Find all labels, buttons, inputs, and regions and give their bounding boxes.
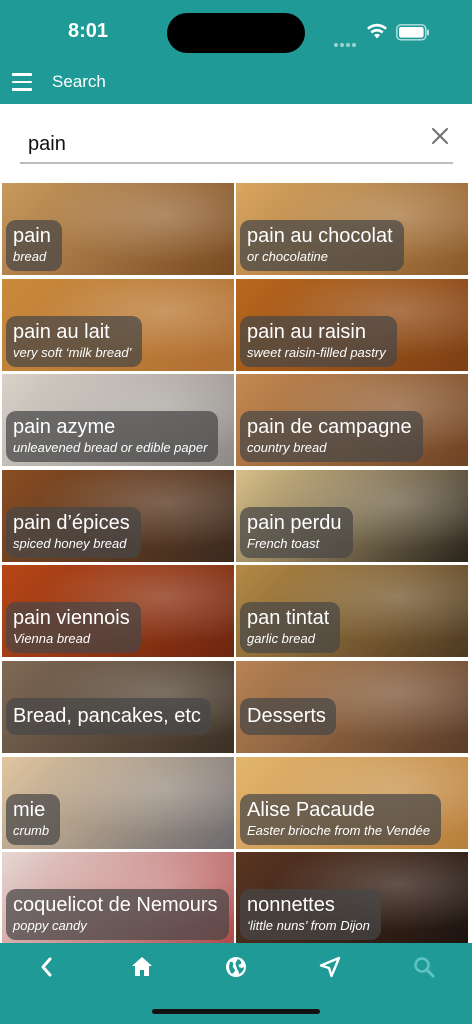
tile-title: Desserts (247, 705, 326, 727)
tile-title: nonnettes (247, 894, 335, 917)
tile-title: pain azyme (13, 416, 116, 439)
tile-caption: pain au chocolat or chocolatine (240, 220, 404, 271)
result-tile[interactable]: pain azyme unleavened bread or edible pap… (2, 374, 234, 467)
result-tile[interactable]: Bread, pancakes, etc (2, 661, 234, 753)
tile-caption: pain au lait very soft ‘milk bread’ (6, 315, 143, 367)
tile-title: pan tintat (247, 607, 330, 630)
result-tile[interactable]: pain au raisin sweet raisin-filled pastry (236, 278, 468, 371)
tile-title: pain au raisin (247, 320, 366, 343)
battery-icon (396, 24, 429, 41)
tile-caption: pain perdu French toast (240, 506, 353, 558)
tile-subtitle: country bread (247, 440, 327, 456)
status-bar: 8:01 (0, 0, 472, 62)
tile-title: pain viennois (13, 607, 130, 630)
home-icon[interactable] (128, 953, 156, 981)
tile-subtitle: unleavened bread or edible paper (13, 440, 208, 456)
app-screen: 8:01 Search pain bread pain au chocolat or … (0, 0, 472, 1024)
tile-title: pain de campagne (247, 416, 412, 439)
tile-caption: pain au raisin sweet raisin-filled pastry (240, 315, 397, 367)
tile-caption: coquelicot de Nemours poppy candy (6, 889, 229, 941)
tile-subtitle: ‘little nuns’ from Dijon (247, 918, 370, 934)
tile-title: pain d’épices (13, 511, 130, 534)
tile-subtitle: French toast (247, 535, 320, 551)
result-tile[interactable]: coquelicot de Nemours poppy candy (2, 852, 234, 943)
tile-caption: pain d’épices spiced honey bread (6, 506, 141, 558)
cellular-signal-icon (334, 34, 358, 47)
tile-subtitle: garlic bread (247, 631, 315, 647)
tile-subtitle: or chocolatine (247, 249, 328, 264)
globe-icon[interactable] (222, 953, 250, 981)
result-tile[interactable]: nonnettes ‘little nuns’ from Dijon (236, 852, 468, 943)
close-icon[interactable] (430, 126, 450, 146)
tile-title: pain au lait (13, 320, 110, 343)
tile-caption: mie crumb (6, 793, 61, 845)
dynamic-island (167, 13, 305, 53)
tile-subtitle: bread (13, 249, 47, 264)
tile-caption: nonnettes ‘little nuns’ from Dijon (240, 889, 381, 941)
result-tile[interactable]: pan tintat garlic bread (236, 565, 468, 658)
search-icon[interactable] (410, 953, 438, 981)
app-bar-title: Search (52, 72, 106, 91)
tile-title: coquelicot de Nemours (13, 894, 218, 917)
wifi-icon (367, 23, 387, 39)
result-tile[interactable]: pain perdu French toast (236, 469, 468, 562)
search-input[interactable] (20, 126, 453, 164)
tile-title: pain perdu (247, 511, 342, 534)
tile-subtitle: very soft ‘milk bread’ (13, 344, 132, 360)
tile-caption: Bread, pancakes, etc (6, 698, 211, 735)
result-tile[interactable]: mie crumb (2, 756, 234, 849)
result-tile[interactable]: pain bread (2, 183, 234, 275)
tile-caption: pain bread (6, 220, 62, 271)
status-time: 8:01 (68, 20, 109, 42)
search-area (0, 104, 472, 182)
tile-caption: pain de campagne country bread (240, 411, 423, 463)
tile-subtitle: Vienna bread (13, 631, 91, 647)
tile-caption: pan tintat garlic bread (240, 602, 341, 654)
results-grid: pain bread pain au chocolat or chocolatine p… (2, 183, 470, 943)
tile-caption: pain viennois Vienna bread (6, 602, 141, 654)
tile-title: pain au chocolat (247, 225, 393, 247)
tile-subtitle: Easter brioche from the Vendée (247, 822, 431, 838)
tile-subtitle: poppy candy (13, 918, 87, 934)
location-arrow-icon[interactable] (316, 953, 344, 981)
result-tile[interactable]: pain viennois Vienna bread (2, 565, 234, 658)
app-bar: Search (0, 62, 472, 104)
tile-subtitle: spiced honey bread (13, 535, 127, 551)
tile-title: pain (13, 225, 51, 247)
tile-title: mie (13, 798, 46, 821)
tile-title: Bread, pancakes, etc (13, 705, 201, 727)
result-tile[interactable]: pain de campagne country bread (236, 374, 468, 467)
tile-caption: Desserts (240, 698, 336, 735)
result-tile[interactable]: pain au chocolat or chocolatine (236, 183, 468, 275)
result-tile[interactable]: Desserts (236, 661, 468, 753)
tile-caption: Alise Pacaude Easter brioche from the Ven… (240, 793, 442, 845)
tile-title: Alise Pacaude (247, 798, 375, 821)
result-tile[interactable]: pain d’épices spiced honey bread (2, 469, 234, 562)
hamburger-menu-icon[interactable] (12, 73, 34, 91)
result-tile[interactable]: Alise Pacaude Easter brioche from the Ven… (236, 756, 468, 849)
tile-subtitle: crumb (13, 822, 50, 838)
tile-caption: pain azyme unleavened bread or edible pap… (6, 411, 219, 463)
tile-subtitle: sweet raisin-filled pastry (247, 344, 386, 360)
home-indicator (152, 1009, 320, 1014)
result-tile[interactable]: pain au lait very soft ‘milk bread’ (2, 278, 234, 371)
back-chevron-icon[interactable] (33, 953, 61, 981)
